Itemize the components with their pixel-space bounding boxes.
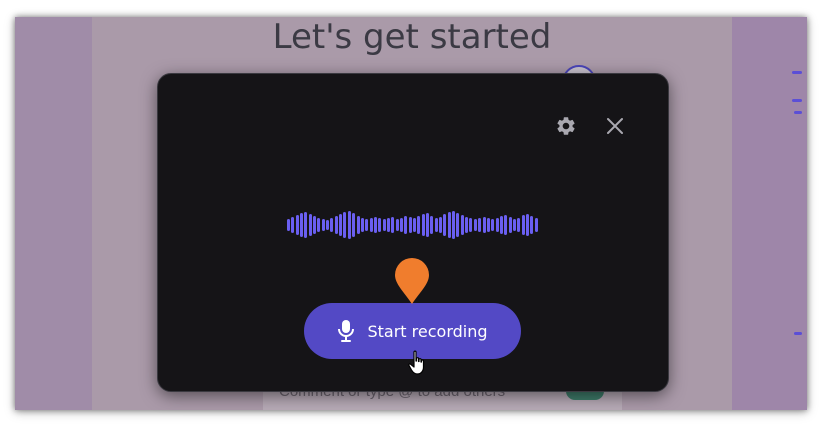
waveform-bar: [360, 218, 364, 232]
waveform-bar: [395, 219, 399, 231]
edge-mark: [794, 111, 802, 114]
waveform-bar: [486, 218, 490, 232]
waveform-bar: [404, 216, 408, 234]
waveform-bar: [517, 218, 521, 232]
recording-dialog: Start recording: [157, 73, 669, 392]
waveform-bar: [378, 218, 382, 232]
waveform-bar: [439, 217, 443, 233]
waveform-bar: [352, 213, 356, 237]
waveform-bar: [534, 218, 538, 232]
waveform-bar: [491, 219, 495, 231]
waveform-bar: [421, 214, 425, 236]
waveform-bar: [287, 219, 290, 231]
right-sidebar: [732, 17, 807, 410]
close-button[interactable]: [600, 111, 630, 141]
waveform-bar: [443, 214, 447, 236]
waveform-bar: [426, 213, 430, 237]
waveform-bar: [300, 213, 304, 237]
waveform-bar: [369, 218, 373, 232]
waveform-bar: [473, 219, 477, 231]
waveform-bar: [430, 216, 434, 234]
waveform-bar: [365, 219, 369, 231]
edge-mark: [792, 99, 802, 102]
waveform-bar: [530, 216, 534, 234]
waveform-bar: [504, 215, 508, 235]
waveform-bar: [330, 218, 334, 232]
waveform-bar: [413, 218, 416, 232]
start-recording-label: Start recording: [367, 321, 488, 341]
waveform-bar: [417, 216, 421, 234]
waveform-bar: [447, 212, 451, 238]
waveform-bar: [525, 214, 529, 236]
waveform-bar: [313, 216, 317, 234]
location-pin-icon: [395, 258, 429, 304]
waveform-bar: [512, 219, 516, 231]
hand-pointer-icon: [408, 350, 425, 375]
waveform-bar: [334, 216, 338, 234]
close-icon: [607, 118, 623, 134]
waveform-bar: [478, 218, 482, 232]
waveform-bar: [434, 218, 438, 232]
waveform-bar: [326, 220, 330, 230]
microphone-icon: [338, 320, 355, 342]
waveform-bar: [465, 217, 469, 233]
waveform-bar: [308, 214, 312, 236]
waveform-bar: [482, 217, 486, 233]
waveform-bar: [521, 215, 525, 235]
gear-icon: [557, 117, 575, 135]
waveform-bar: [317, 218, 321, 232]
waveform-bar: [373, 217, 377, 233]
waveform-bar: [508, 217, 512, 233]
waveform-bar: [356, 216, 360, 234]
waveform-bar: [347, 211, 351, 239]
waveform-bar: [452, 211, 456, 239]
edge-mark: [792, 71, 802, 74]
waveform-bar: [391, 217, 395, 233]
settings-button[interactable]: [551, 111, 581, 141]
waveform-bar: [460, 215, 464, 235]
waveform-bar: [456, 213, 460, 237]
waveform-bar: [408, 217, 412, 233]
waveform-bar: [321, 219, 325, 231]
waveform-bar: [399, 218, 403, 232]
audio-waveform: [287, 211, 539, 239]
page-title: Let's get started: [272, 17, 552, 57]
waveform-bar: [304, 212, 308, 238]
waveform-bar: [469, 218, 473, 232]
waveform-bar: [495, 218, 499, 232]
waveform-bar: [499, 216, 503, 234]
waveform-bar: [386, 218, 390, 232]
edge-mark: [794, 332, 802, 335]
waveform-bar: [382, 219, 386, 231]
waveform-bar: [295, 215, 299, 235]
waveform-bar: [339, 214, 343, 236]
waveform-bar: [291, 217, 295, 233]
waveform-bar: [343, 212, 347, 238]
